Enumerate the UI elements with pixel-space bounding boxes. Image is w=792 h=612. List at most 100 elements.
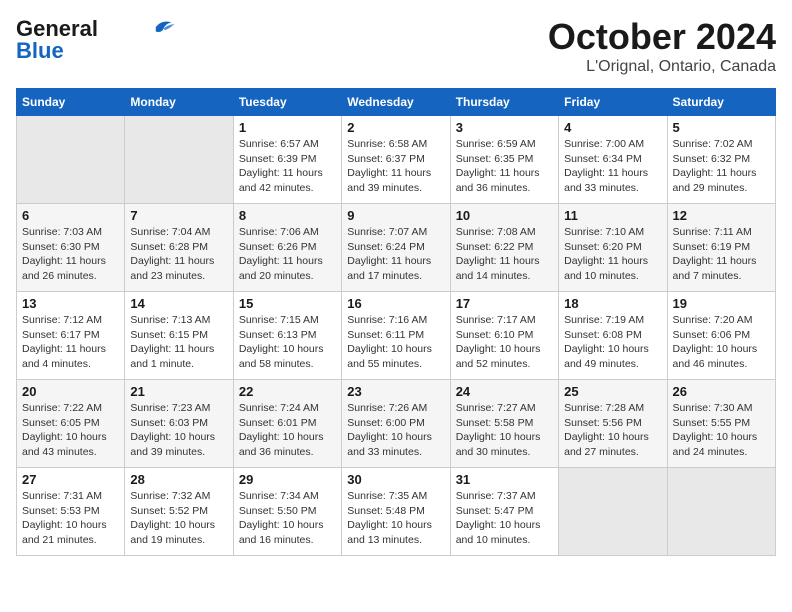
calendar-cell: 4Sunrise: 7:00 AM Sunset: 6:34 PM Daylig… [559, 116, 667, 204]
day-info: Sunrise: 7:20 AM Sunset: 6:06 PM Dayligh… [673, 313, 770, 372]
day-info: Sunrise: 7:08 AM Sunset: 6:22 PM Dayligh… [456, 225, 553, 284]
weekday-header-monday: Monday [125, 89, 233, 116]
calendar-cell: 7Sunrise: 7:04 AM Sunset: 6:28 PM Daylig… [125, 204, 233, 292]
day-number: 2 [347, 120, 444, 135]
calendar-cell: 21Sunrise: 7:23 AM Sunset: 6:03 PM Dayli… [125, 380, 233, 468]
calendar-cell: 14 Sunrise: 7:13 AM Sunset: 6:15 PM Dayli… [125, 292, 233, 380]
month-title: October 2024 [548, 16, 776, 58]
week-row-5: 27 Sunrise: 7:31 AM Sunset: 5:53 PM Dayli… [17, 468, 776, 556]
day-info: Sunrise: 7:11 AM Sunset: 6:19 PM Dayligh… [673, 225, 770, 284]
day-info: Sunrise: 7:17 AM Sunset: 6:10 PM Dayligh… [456, 313, 553, 372]
calendar-cell [559, 468, 667, 556]
weekday-header-sunday: Sunday [17, 89, 125, 116]
day-number: 16 [347, 296, 444, 311]
day-number: 13 [22, 296, 119, 311]
day-number: 10 [456, 208, 553, 223]
logo-blue: Blue [16, 38, 64, 64]
calendar-cell: 30 Sunrise: 7:35 AM Sunset: 5:48 PM Dayli… [342, 468, 450, 556]
calendar-cell: 16Sunrise: 7:16 AM Sunset: 6:11 PM Dayli… [342, 292, 450, 380]
weekday-header-wednesday: Wednesday [342, 89, 450, 116]
title-block: October 2024 L'Orignal, Ontario, Canada [548, 16, 776, 76]
day-number: 19 [673, 296, 770, 311]
day-number: 4 [564, 120, 661, 135]
calendar-cell: 26 Sunrise: 7:30 AM Sunset: 5:55 PM Dayli… [667, 380, 775, 468]
day-info: Sunrise: 7:31 AM Sunset: 5:53 PM Dayligh… [22, 489, 119, 548]
day-number: 29 [239, 472, 336, 487]
weekday-header-friday: Friday [559, 89, 667, 116]
weekday-header-saturday: Saturday [667, 89, 775, 116]
day-info: Sunrise: 7:37 AM Sunset: 5:47 PM Dayligh… [456, 489, 553, 548]
calendar-cell: 2 Sunrise: 6:58 AM Sunset: 6:37 PM Daylig… [342, 116, 450, 204]
calendar-cell [125, 116, 233, 204]
day-number: 25 [564, 384, 661, 399]
calendar-cell: 24 Sunrise: 7:27 AM Sunset: 5:58 PM Dayli… [450, 380, 558, 468]
calendar-cell: 1Sunrise: 6:57 AM Sunset: 6:39 PM Daylig… [233, 116, 341, 204]
day-info: Sunrise: 7:12 AM Sunset: 6:17 PM Dayligh… [22, 313, 119, 372]
day-number: 6 [22, 208, 119, 223]
calendar-cell [667, 468, 775, 556]
day-info: Sunrise: 6:58 AM Sunset: 6:37 PM Dayligh… [347, 137, 444, 196]
day-number: 11 [564, 208, 661, 223]
calendar-cell: 3 Sunrise: 6:59 AM Sunset: 6:35 PM Daylig… [450, 116, 558, 204]
day-number: 18 [564, 296, 661, 311]
week-row-3: 13 Sunrise: 7:12 AM Sunset: 6:17 PM Dayli… [17, 292, 776, 380]
week-row-4: 20Sunrise: 7:22 AM Sunset: 6:05 PM Dayli… [17, 380, 776, 468]
day-number: 5 [673, 120, 770, 135]
location-title: L'Orignal, Ontario, Canada [548, 58, 776, 76]
calendar-cell: 28Sunrise: 7:32 AM Sunset: 5:52 PM Dayli… [125, 468, 233, 556]
day-info: Sunrise: 7:30 AM Sunset: 5:55 PM Dayligh… [673, 401, 770, 460]
day-info: Sunrise: 7:34 AM Sunset: 5:50 PM Dayligh… [239, 489, 336, 548]
logo: General Blue [16, 16, 176, 64]
calendar-cell: 23Sunrise: 7:26 AM Sunset: 6:00 PM Dayli… [342, 380, 450, 468]
day-info: Sunrise: 7:27 AM Sunset: 5:58 PM Dayligh… [456, 401, 553, 460]
day-number: 24 [456, 384, 553, 399]
calendar-cell: 13 Sunrise: 7:12 AM Sunset: 6:17 PM Dayli… [17, 292, 125, 380]
day-number: 7 [130, 208, 227, 223]
day-info: Sunrise: 7:24 AM Sunset: 6:01 PM Dayligh… [239, 401, 336, 460]
page-header: General Blue October 2024 L'Orignal, Ont… [16, 16, 776, 76]
weekday-header-row: SundayMondayTuesdayWednesdayThursdayFrid… [17, 89, 776, 116]
day-number: 27 [22, 472, 119, 487]
calendar-cell: 10 Sunrise: 7:08 AM Sunset: 6:22 PM Dayli… [450, 204, 558, 292]
calendar-cell: 19 Sunrise: 7:20 AM Sunset: 6:06 PM Dayli… [667, 292, 775, 380]
calendar-cell: 31 Sunrise: 7:37 AM Sunset: 5:47 PM Dayli… [450, 468, 558, 556]
day-info: Sunrise: 7:23 AM Sunset: 6:03 PM Dayligh… [130, 401, 227, 460]
calendar-cell: 25Sunrise: 7:28 AM Sunset: 5:56 PM Dayli… [559, 380, 667, 468]
day-info: Sunrise: 7:03 AM Sunset: 6:30 PM Dayligh… [22, 225, 119, 284]
day-info: Sunrise: 6:59 AM Sunset: 6:35 PM Dayligh… [456, 137, 553, 196]
day-number: 12 [673, 208, 770, 223]
calendar-cell: 15 Sunrise: 7:15 AM Sunset: 6:13 PM Dayli… [233, 292, 341, 380]
day-number: 3 [456, 120, 553, 135]
day-info: Sunrise: 7:15 AM Sunset: 6:13 PM Dayligh… [239, 313, 336, 372]
calendar-cell: 8 Sunrise: 7:06 AM Sunset: 6:26 PM Daylig… [233, 204, 341, 292]
calendar-cell: 9Sunrise: 7:07 AM Sunset: 6:24 PM Daylig… [342, 204, 450, 292]
day-number: 22 [239, 384, 336, 399]
calendar-cell: 5 Sunrise: 7:02 AM Sunset: 6:32 PM Daylig… [667, 116, 775, 204]
day-info: Sunrise: 7:06 AM Sunset: 6:26 PM Dayligh… [239, 225, 336, 284]
calendar-cell: 29 Sunrise: 7:34 AM Sunset: 5:50 PM Dayli… [233, 468, 341, 556]
day-info: Sunrise: 6:57 AM Sunset: 6:39 PM Dayligh… [239, 137, 336, 196]
weekday-header-thursday: Thursday [450, 89, 558, 116]
weekday-header-tuesday: Tuesday [233, 89, 341, 116]
week-row-2: 6 Sunrise: 7:03 AM Sunset: 6:30 PM Daylig… [17, 204, 776, 292]
day-number: 14 [130, 296, 227, 311]
week-row-1: 1Sunrise: 6:57 AM Sunset: 6:39 PM Daylig… [17, 116, 776, 204]
calendar-cell: 12 Sunrise: 7:11 AM Sunset: 6:19 PM Dayli… [667, 204, 775, 292]
day-number: 20 [22, 384, 119, 399]
day-number: 17 [456, 296, 553, 311]
day-info: Sunrise: 7:10 AM Sunset: 6:20 PM Dayligh… [564, 225, 661, 284]
day-number: 26 [673, 384, 770, 399]
day-number: 15 [239, 296, 336, 311]
calendar-cell [17, 116, 125, 204]
calendar-table: SundayMondayTuesdayWednesdayThursdayFrid… [16, 88, 776, 556]
logo-bird-icon [148, 17, 176, 37]
day-info: Sunrise: 7:13 AM Sunset: 6:15 PM Dayligh… [130, 313, 227, 372]
day-info: Sunrise: 7:02 AM Sunset: 6:32 PM Dayligh… [673, 137, 770, 196]
day-number: 30 [347, 472, 444, 487]
day-info: Sunrise: 7:35 AM Sunset: 5:48 PM Dayligh… [347, 489, 444, 548]
calendar-cell: 11 Sunrise: 7:10 AM Sunset: 6:20 PM Dayli… [559, 204, 667, 292]
day-number: 31 [456, 472, 553, 487]
day-number: 8 [239, 208, 336, 223]
day-number: 9 [347, 208, 444, 223]
day-number: 28 [130, 472, 227, 487]
